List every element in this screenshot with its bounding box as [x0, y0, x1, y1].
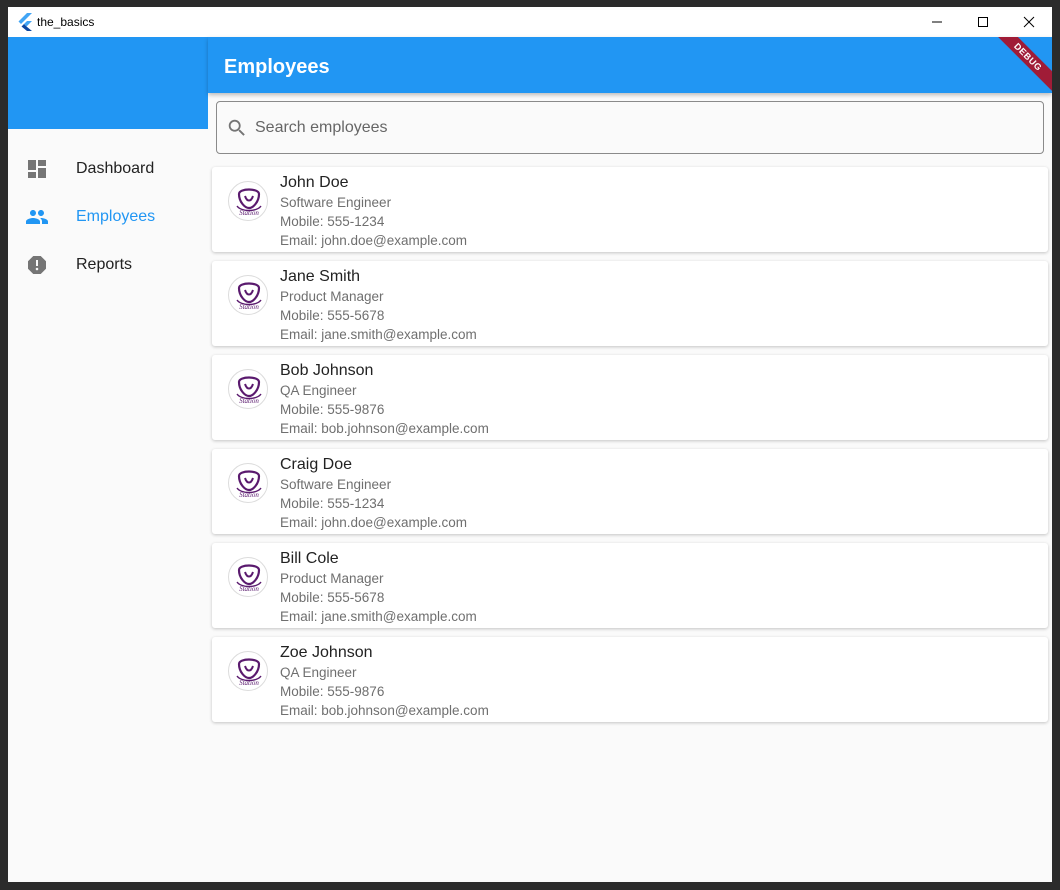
employee-mobile: Mobile: 555-9876: [280, 684, 385, 699]
employee-email: Email: john.doe@example.com: [280, 233, 468, 248]
employee-card[interactable]: Station John Doe Software Engineer Mobil…: [212, 167, 1048, 252]
employee-title: Software Engineer: [280, 195, 392, 210]
sidebar-item-reports[interactable]: Reports: [8, 241, 208, 289]
title-bar[interactable]: the_basics: [8, 7, 1052, 37]
employee-card[interactable]: Station Zoe Johnson QA Engineer Mobile: …: [212, 637, 1048, 722]
employee-email: Email: jane.smith@example.com: [280, 609, 477, 624]
employee-card[interactable]: Station Jane Smith Product Manager Mobil…: [212, 261, 1048, 346]
employee-email: Email: bob.johnson@example.com: [280, 421, 489, 436]
employee-title: Product Manager: [280, 289, 384, 304]
report-icon: [28, 256, 46, 274]
debug-banner: DEBUG: [992, 37, 1052, 97]
employee-name: Craig Doe: [280, 456, 353, 473]
close-button[interactable]: [1006, 7, 1052, 37]
employee-name: John Doe: [280, 174, 349, 191]
employee-mobile: Mobile: 555-5678: [280, 308, 385, 323]
sidebar-item-dashboard[interactable]: Dashboard: [8, 145, 208, 193]
employee-card[interactable]: Station Bill Cole Product Manager Mobile…: [212, 543, 1048, 628]
maximize-icon: [978, 17, 988, 27]
employee-name: Jane Smith: [280, 268, 361, 285]
svg-text:Station: Station: [239, 209, 259, 217]
page-title: Employees: [224, 56, 330, 78]
flutter-logo-icon: [18, 13, 32, 31]
station-logo-icon: Station: [236, 470, 262, 499]
svg-text:Station: Station: [239, 679, 259, 687]
minimize-icon: [932, 21, 942, 23]
search-icon: [228, 119, 245, 136]
sidebar-item-label: Reports: [76, 256, 133, 273]
sidebar-item-employees[interactable]: Employees: [8, 193, 208, 241]
employee-mobile: Mobile: 555-9876: [280, 402, 385, 417]
svg-text:Station: Station: [239, 303, 259, 311]
avatar: Station: [228, 275, 268, 315]
employee-name: Bob Johnson: [280, 362, 374, 379]
station-logo-icon: Station: [236, 188, 262, 217]
employee-title: Product Manager: [280, 571, 384, 586]
employee-card[interactable]: Station Craig Doe Software Engineer Mobi…: [212, 449, 1048, 534]
window-title: the_basics: [37, 15, 95, 29]
employee-email: Email: bob.johnson@example.com: [280, 703, 489, 718]
people-icon: [26, 210, 48, 224]
avatar: Station: [228, 651, 268, 691]
debug-label: DEBUG: [992, 37, 1052, 97]
employee-mobile: Mobile: 555-5678: [280, 590, 385, 605]
svg-text:Station: Station: [239, 585, 259, 593]
sidebar-item-label: Dashboard: [76, 160, 155, 177]
minimize-button[interactable]: [914, 7, 960, 37]
search-field[interactable]: [216, 101, 1044, 154]
employee-title: QA Engineer: [280, 665, 357, 680]
svg-text:Station: Station: [239, 397, 259, 405]
maximize-button[interactable]: [960, 7, 1006, 37]
employee-title: QA Engineer: [280, 383, 357, 398]
avatar: Station: [228, 557, 268, 597]
employee-card[interactable]: Station Bob Johnson QA Engineer Mobile: …: [212, 355, 1048, 440]
employee-name: Bill Cole: [280, 550, 339, 567]
station-logo-icon: Station: [236, 376, 262, 405]
employee-email: Email: jane.smith@example.com: [280, 327, 477, 342]
sidebar-header: [8, 37, 208, 129]
avatar: Station: [228, 369, 268, 409]
employee-mobile: Mobile: 555-1234: [280, 496, 385, 511]
close-icon: [1023, 16, 1035, 28]
employee-name: Zoe Johnson: [280, 644, 373, 661]
employee-title: Software Engineer: [280, 477, 392, 492]
station-logo-icon: Station: [236, 282, 262, 311]
dashboard-icon: [28, 160, 46, 178]
sidebar-item-label: Employees: [76, 208, 156, 225]
station-logo-icon: Station: [236, 658, 262, 687]
avatar: Station: [228, 181, 268, 221]
avatar: Station: [228, 463, 268, 503]
employee-mobile: Mobile: 555-1234: [280, 214, 385, 229]
sidebar: Dashboard Employees Reports: [8, 37, 208, 882]
svg-text:Station: Station: [239, 491, 259, 499]
app-bar: Employees DEBUG: [208, 37, 1052, 97]
app-window: the_basics Dashboard Employees Reports E…: [8, 7, 1052, 882]
search-input[interactable]: [255, 116, 1015, 140]
station-logo-icon: Station: [236, 564, 262, 593]
employee-email: Email: john.doe@example.com: [280, 515, 468, 530]
